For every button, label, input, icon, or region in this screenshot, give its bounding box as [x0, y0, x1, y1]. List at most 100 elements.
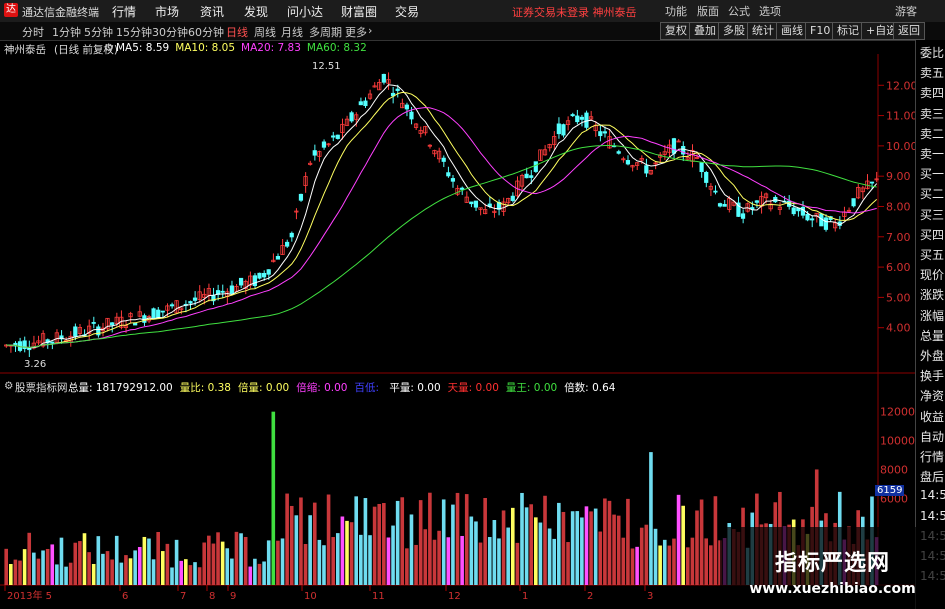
candle-body	[524, 173, 529, 179]
price-tick-label: 11.00	[886, 110, 915, 123]
volume-bar	[96, 536, 101, 585]
multi-stock-button[interactable]: 多股	[718, 22, 750, 40]
date-tick-label: 3	[647, 591, 653, 602]
period-weekly[interactable]: 周线	[254, 24, 276, 40]
volume-bar	[639, 527, 644, 585]
volume-bar	[285, 493, 289, 585]
period-15min[interactable]: 15分钟	[116, 24, 152, 40]
volume-bar	[128, 558, 133, 585]
candle-body	[754, 200, 759, 203]
volume-bar	[160, 551, 165, 585]
volume-legend-item: 天量: 0.00	[447, 382, 499, 394]
volume-bar	[460, 535, 464, 585]
volume-bar	[234, 531, 239, 585]
volume-bar	[681, 505, 685, 585]
volume-bar	[41, 550, 45, 585]
period-multi[interactable]: 多周期	[309, 24, 342, 40]
volume-bar	[340, 516, 345, 585]
period-more[interactable]: 更多	[345, 24, 367, 40]
volume-bar	[603, 498, 607, 585]
menu-hangqing[interactable]: 行情	[112, 3, 136, 20]
volume-bar	[570, 511, 575, 585]
high-price-label: 12.51	[312, 61, 341, 72]
stats-button[interactable]: 统计	[747, 22, 779, 40]
candle-body	[285, 241, 290, 247]
quote-sidebar-item: 涨跌	[920, 288, 945, 303]
price-tick-label: 9.00	[886, 170, 911, 183]
overlay-button[interactable]: 叠加	[689, 22, 721, 40]
candle-body	[229, 285, 234, 294]
quote-sidebar-item: 买一	[920, 167, 945, 182]
volume-price-box: 6159	[875, 485, 905, 496]
candle-body	[460, 187, 465, 190]
volume-bar	[280, 538, 285, 585]
candle-body	[395, 88, 400, 91]
fuquan-button[interactable]: 复权	[660, 22, 692, 40]
candle-body	[363, 100, 368, 107]
chevron-right-icon[interactable]: ›	[368, 24, 372, 37]
volume-bar	[676, 494, 681, 585]
volume-bar	[428, 492, 432, 585]
mark-button[interactable]: 标记	[832, 22, 864, 40]
login-notice[interactable]: 证券交易未登录 神州泰岳	[512, 4, 637, 20]
period-60min[interactable]: 60分钟	[188, 24, 224, 40]
volume-bar	[174, 539, 179, 585]
kline-chart[interactable]: 12.00 11.00 10.00 9.00 8.00 7.00 6.00 5.00 4.00 1…	[0, 40, 915, 609]
quote-sidebar-item: 行情	[920, 450, 945, 464]
function-button[interactable]: 功能	[665, 3, 687, 19]
candle-body	[791, 207, 796, 215]
volume-legend-item: 量比: 0.38	[179, 382, 231, 394]
volume-bar	[225, 548, 230, 585]
volume-bar	[501, 510, 506, 585]
volume-bar	[317, 539, 322, 585]
period-5min[interactable]: 5分钟	[84, 24, 113, 40]
volume-bar	[137, 547, 142, 585]
volume-bar	[598, 531, 603, 585]
app-title: 通达信金融终端	[22, 6, 99, 19]
period-30min[interactable]: 30分钟	[152, 24, 188, 40]
indicator-gear-icon[interactable]: ⚙	[4, 380, 13, 392]
candle-body	[810, 218, 815, 221]
guest-label[interactable]: 游客	[895, 3, 917, 19]
period-1min[interactable]: 1分钟	[52, 24, 81, 40]
volume-bar	[543, 495, 547, 585]
ma-line	[6, 91, 878, 349]
volume-bar	[151, 559, 156, 585]
draw-line-button[interactable]: 画线	[776, 22, 808, 40]
volume-bar	[345, 520, 349, 585]
menu-caifuquan[interactable]: 财富圈	[341, 3, 377, 20]
volume-bar	[529, 504, 534, 585]
menu-jiaoyi[interactable]: 交易	[395, 3, 419, 20]
menu-shichang[interactable]: 市场	[155, 3, 179, 20]
candle-body	[335, 134, 340, 139]
volume-bar	[455, 492, 460, 585]
layout-button[interactable]: 版面	[697, 3, 719, 19]
formula-button[interactable]: 公式	[728, 3, 750, 19]
f10-button[interactable]: F10	[805, 22, 836, 40]
menu-faxian[interactable]: 发现	[244, 3, 268, 20]
volume-bar	[667, 545, 672, 585]
volume-bar	[474, 521, 478, 585]
volume-bar	[124, 555, 128, 585]
period-monthly[interactable]: 月线	[281, 24, 303, 40]
candle-body	[257, 272, 262, 279]
back-button[interactable]: 返回	[893, 22, 925, 40]
quote-sidebar-item: 14:50	[920, 508, 945, 523]
candle-body	[625, 160, 631, 165]
period-fenshi[interactable]: 分时	[22, 24, 44, 40]
volume-bar	[478, 542, 483, 585]
volume-bar	[105, 551, 110, 585]
menu-wenxiaoda[interactable]: 问小达	[287, 3, 323, 20]
candle-body	[561, 124, 566, 136]
period-daily[interactable]: 日线	[226, 24, 248, 40]
candle-body	[312, 150, 317, 156]
volume-bar	[32, 552, 36, 585]
volume-bar	[709, 545, 713, 585]
volume-bar	[303, 544, 308, 585]
menu-zixun[interactable]: 资讯	[200, 3, 224, 20]
options-button[interactable]: 选项	[759, 3, 781, 19]
date-tick-label: 8	[209, 591, 215, 602]
volume-bar	[363, 498, 368, 585]
candle-body	[823, 217, 829, 230]
indicator-name[interactable]: 股票指标网	[15, 380, 68, 395]
